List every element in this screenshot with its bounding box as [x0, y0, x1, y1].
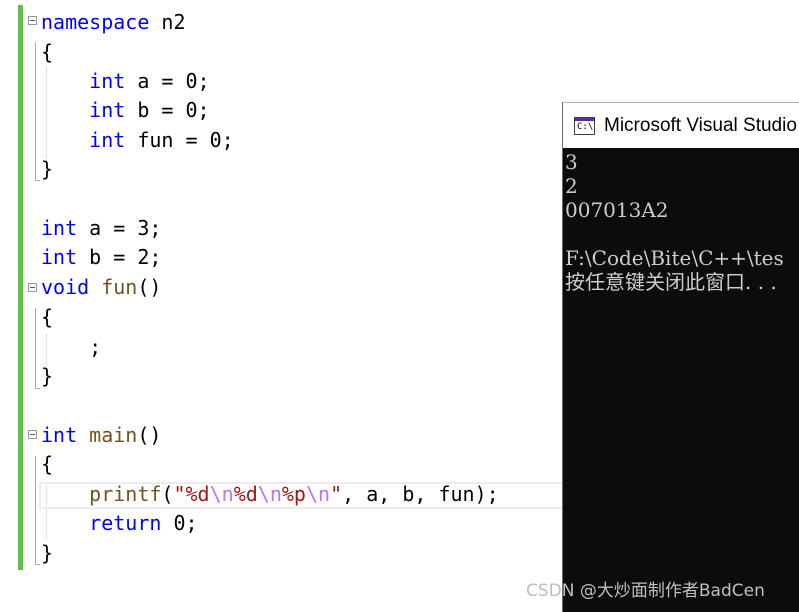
keyword-token: int — [89, 128, 126, 152]
block-guide-end — [35, 180, 40, 181]
code-text: ; — [89, 335, 102, 359]
console-output-line: 3 — [565, 150, 578, 174]
keyword-token: void — [41, 275, 90, 299]
string-token: " — [330, 482, 343, 506]
console-icon-label: C:\ — [577, 122, 594, 132]
code-line: } — [41, 155, 53, 184]
keyword-token: int — [41, 423, 78, 447]
code-text: a = 3; — [77, 216, 162, 240]
code-line: return 0; — [41, 509, 198, 538]
keyword-token: int — [41, 216, 78, 240]
escape-token: \n — [305, 482, 331, 506]
console-app-icon: C:\ — [574, 117, 595, 135]
console-window[interactable]: C:\ Microsoft Visual Studio 3 2 007013A2… — [562, 102, 799, 612]
keyword-token: return — [89, 511, 162, 535]
block-guide-end — [35, 388, 40, 389]
code-line: int a = 3; — [41, 214, 161, 243]
brace-token: } — [41, 541, 54, 565]
code-line: void fun() — [41, 273, 161, 302]
format-token: %d — [233, 482, 258, 506]
brace-token: { — [41, 452, 54, 476]
code-line: int a = 0; — [41, 67, 210, 96]
code-line: int main() — [41, 421, 161, 450]
code-text: , a, b, fun); — [342, 482, 499, 506]
escape-token: \n — [257, 482, 282, 506]
block-guide-namespace — [35, 42, 36, 180]
block-guide-main — [35, 456, 36, 564]
code-line: { — [41, 450, 53, 479]
watermark-text: CSDN @大炒面制作者BadCen — [526, 581, 765, 601]
brace-token: } — [41, 364, 54, 388]
code-line: int b = 0; — [41, 96, 210, 125]
function-name-token: printf — [89, 482, 162, 506]
code-line: printf("%d\n%d\n%p\n", a, b, fun); — [41, 480, 499, 509]
code-text: b = 2; — [77, 245, 162, 269]
change-indicator-bar — [18, 5, 23, 570]
code-line: } — [41, 539, 53, 568]
code-text: b = 0; — [125, 98, 210, 122]
console-output[interactable]: 3 2 007013A2 F:\Code\Bite\C++\tes 按任意键关闭… — [563, 148, 799, 612]
keyword-token: int — [89, 69, 126, 93]
code-line: } — [41, 362, 53, 391]
code-text: () — [137, 423, 162, 447]
code-text: 0; — [161, 511, 198, 535]
brace-token: { — [41, 305, 54, 329]
fold-main-icon[interactable] — [28, 430, 37, 439]
keyword-token: namespace — [41, 10, 150, 34]
console-output-line: 2 — [565, 174, 578, 198]
format-token: %p — [281, 482, 306, 506]
code-line: { — [41, 38, 53, 67]
code-line: int fun = 0; — [41, 126, 234, 155]
fold-namespace-icon[interactable] — [28, 16, 37, 25]
console-output-line: F:\Code\Bite\C++\tes — [565, 246, 784, 270]
code-line: namespace n2 — [41, 8, 186, 37]
code-text: a = 0; — [125, 69, 210, 93]
console-title: Microsoft Visual Studio — [604, 115, 797, 136]
console-titlebar[interactable]: C:\ Microsoft Visual Studio — [563, 102, 799, 148]
block-guide-end — [35, 564, 40, 565]
code-line: { — [41, 303, 53, 332]
string-token: " — [173, 482, 186, 506]
console-output-line: 007013A2 — [565, 198, 669, 222]
block-guide-fun — [35, 308, 36, 388]
function-name-token: fun — [101, 275, 138, 299]
brace-token: { — [41, 40, 54, 64]
code-text: ( — [161, 482, 174, 506]
code-text: () — [137, 275, 162, 299]
brace-token: } — [41, 157, 54, 181]
format-token: %d — [185, 482, 210, 506]
console-output-line: 按任意键关闭此窗口. . . — [565, 270, 777, 294]
fold-fun-icon[interactable] — [28, 283, 37, 292]
escape-token: \n — [209, 482, 234, 506]
function-name-token: main — [89, 423, 138, 447]
code-line: int b = 2; — [41, 243, 161, 272]
keyword-token: int — [41, 245, 78, 269]
keyword-token: int — [89, 98, 126, 122]
identifier-token: n2 — [161, 10, 186, 34]
code-text: fun = 0; — [125, 128, 234, 152]
code-line: ; — [41, 333, 101, 362]
